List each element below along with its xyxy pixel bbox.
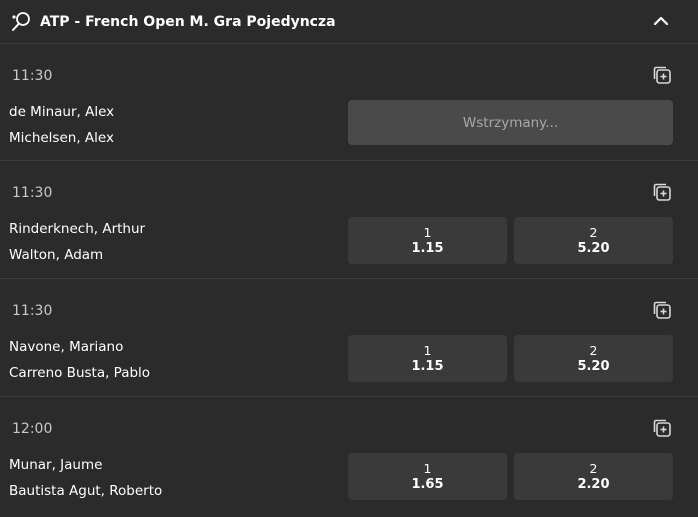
player-two: Bautista Agut, Roberto <box>9 483 163 499</box>
odds-label: 1 <box>423 342 432 358</box>
competition-title: ATP - French Open M. Gra Pojedyncza <box>40 13 336 30</box>
odds-label: 1 <box>423 460 432 476</box>
match-row: 11:30 de Minaur, Alex Michelsen, Alex Ws… <box>0 44 698 161</box>
player-one: Navone, Mariano <box>9 339 124 355</box>
odds-button-home[interactable]: 1 1.65 <box>348 453 507 500</box>
player-one: de Minaur, Alex <box>9 104 115 120</box>
match-row: 12:00 Munar, Jaume Bautista Agut, Robert… <box>0 397 698 515</box>
add-to-betslip-icon[interactable] <box>651 299 673 321</box>
suspended-market: Wstrzymany... <box>348 100 673 145</box>
player-one: Rinderknech, Arthur <box>9 221 146 237</box>
odds-button-away[interactable]: 2 2.20 <box>514 453 673 500</box>
odds-button-home[interactable]: 1 1.15 <box>348 217 507 264</box>
odds-button-away[interactable]: 2 5.20 <box>514 335 673 382</box>
odds-button-away[interactable]: 2 5.20 <box>514 217 673 264</box>
player-two: Carreno Busta, Pablo <box>9 365 151 381</box>
add-to-betslip-icon[interactable] <box>651 181 673 203</box>
odds-label: 1 <box>423 224 432 240</box>
player-one: Munar, Jaume <box>9 457 103 473</box>
odds-value: 1.15 <box>411 358 444 374</box>
odds-value: 1.15 <box>411 240 444 256</box>
add-to-betslip-icon[interactable] <box>651 64 673 86</box>
odds-label: 2 <box>589 342 598 358</box>
add-to-betslip-icon[interactable] <box>651 417 673 439</box>
match-time: 11:30 <box>12 68 53 84</box>
tennis-racket-icon <box>10 11 32 33</box>
competition-header[interactable]: ATP - French Open M. Gra Pojedyncza <box>0 0 698 44</box>
chevron-up-icon[interactable] <box>652 12 670 30</box>
match-row: 11:30 Rinderknech, Arthur Walton, Adam 1… <box>0 161 698 279</box>
player-two: Walton, Adam <box>9 247 104 263</box>
odds-label: 2 <box>589 460 598 476</box>
match-time: 11:30 <box>12 185 53 201</box>
match-time: 11:30 <box>12 303 53 319</box>
match-time: 12:00 <box>12 421 53 437</box>
odds-label: 2 <box>589 224 598 240</box>
odds-button-home[interactable]: 1 1.15 <box>348 335 507 382</box>
match-row: 11:30 Navone, Mariano Carreno Busta, Pab… <box>0 279 698 397</box>
odds-value: 2.20 <box>577 476 610 492</box>
player-two: Michelsen, Alex <box>9 130 114 146</box>
odds-value: 1.65 <box>411 476 444 492</box>
odds-value: 5.20 <box>577 358 610 374</box>
odds-value: 5.20 <box>577 240 610 256</box>
